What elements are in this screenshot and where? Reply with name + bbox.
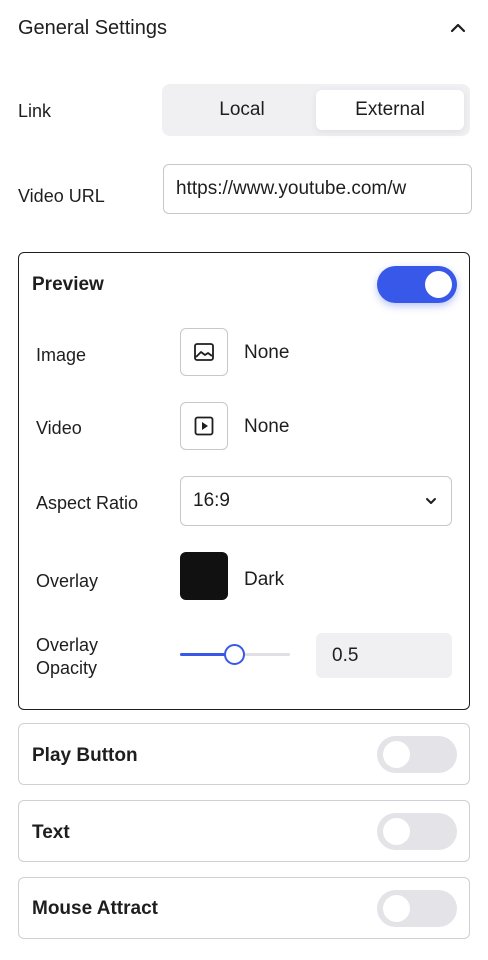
video-url-input[interactable] (163, 164, 472, 214)
overlay-opacity-label-line1: Overlay (36, 635, 99, 655)
preview-panel: Preview Image None Video None Aspect Rat… (18, 252, 470, 710)
text-panel[interactable]: Text (18, 800, 470, 862)
toggle-knob (383, 895, 410, 922)
opacity-number-input[interactable]: 0.5 (316, 633, 452, 678)
general-settings-header[interactable]: General Settings (18, 14, 470, 42)
section-title: General Settings (18, 16, 167, 39)
text-title: Text (32, 822, 70, 843)
video-value: None (244, 416, 290, 437)
mouse-attract-panel[interactable]: Mouse Attract (18, 877, 470, 939)
overlay-value: Dark (244, 569, 285, 590)
link-segmented-control: Local External (162, 84, 470, 136)
video-url-label: Video URL (18, 186, 105, 206)
preview-title: Preview (32, 274, 104, 295)
mouse-attract-title: Mouse Attract (32, 898, 158, 919)
image-value: None (244, 342, 290, 363)
link-option-external[interactable]: External (316, 90, 464, 130)
text-toggle[interactable] (377, 813, 457, 850)
aspect-ratio-select[interactable]: 16:9 (180, 476, 452, 526)
link-label: Link (18, 101, 52, 121)
video-play-icon (194, 416, 214, 436)
aspect-ratio-value: 16:9 (193, 490, 230, 511)
image-picker-button[interactable] (180, 328, 228, 376)
overlay-label: Overlay (36, 571, 99, 591)
image-label: Image (36, 345, 87, 365)
overlay-color-swatch[interactable] (180, 552, 228, 600)
opacity-value: 0.5 (332, 644, 359, 666)
link-option-local[interactable]: Local (168, 90, 316, 130)
opacity-slider-thumb[interactable] (224, 644, 245, 665)
toggle-knob (383, 741, 410, 768)
aspect-ratio-label: Aspect Ratio (36, 493, 139, 513)
toggle-knob (425, 271, 452, 298)
mouse-attract-toggle[interactable] (377, 890, 457, 927)
play-button-toggle[interactable] (377, 736, 457, 773)
toggle-knob (383, 818, 410, 845)
play-button-panel[interactable]: Play Button (18, 723, 470, 785)
overlay-opacity-label-line2: Opacity (36, 658, 98, 678)
chevron-up-icon[interactable] (446, 16, 470, 40)
image-icon (194, 343, 214, 361)
play-button-title: Play Button (32, 745, 138, 766)
video-picker-button[interactable] (180, 402, 228, 450)
preview-toggle[interactable] (377, 266, 457, 303)
chevron-down-icon (426, 498, 436, 504)
video-label: Video (36, 418, 82, 438)
